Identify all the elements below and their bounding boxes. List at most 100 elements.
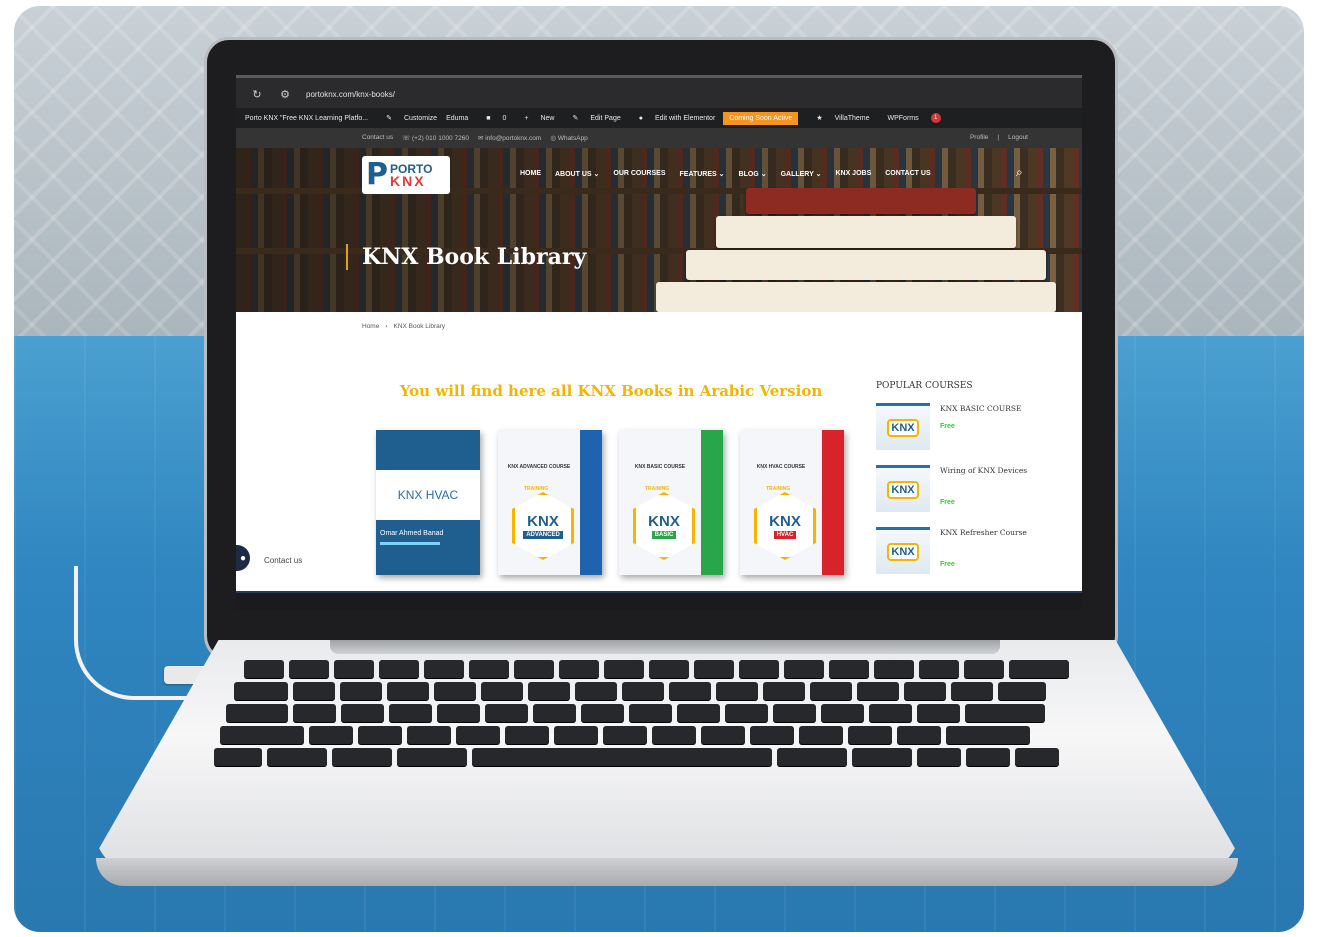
notification-badge: 1: [930, 113, 941, 123]
phone-icon: ☏: [402, 135, 413, 142]
admin-customize[interactable]: ✎ Customize: [377, 114, 437, 123]
page-hero: P PORTO KNX HOME ABOUT US OUR COURSES FE…: [236, 148, 1082, 312]
page-title: KNX Book Library: [346, 244, 586, 270]
keyboard: [214, 660, 1114, 766]
star-icon: ★: [816, 115, 823, 122]
book-spine: [580, 430, 602, 575]
sidebar-heading: POPULAR COURSES: [876, 381, 973, 391]
knx-logo: KNX: [769, 512, 801, 530]
course-price: Free: [940, 561, 955, 568]
contact-link[interactable]: Contact us: [362, 134, 393, 142]
course-price: Free: [940, 423, 955, 430]
popular-courses-sidebar: POPULAR COURSES KNX KNX BASIC COURSE Fre…: [876, 381, 1076, 574]
breadcrumb-current: KNX Book Library: [393, 323, 446, 330]
email-link[interactable]: ✉ info@portoknx.com: [478, 134, 541, 142]
whatsapp-icon: ◎: [550, 135, 558, 142]
phone-link[interactable]: ☏ (+2) 010 1000 7260: [402, 134, 469, 142]
pencil-icon: ✎: [572, 115, 579, 122]
breadcrumb-home[interactable]: Home: [362, 323, 379, 330]
knx-hexagon-badge: KNX HVAC: [754, 492, 816, 560]
profile-link[interactable]: Profile: [970, 134, 988, 141]
course-name[interactable]: Wiring of KNX Devices: [940, 465, 1040, 477]
breadcrumb-separator: ›: [385, 323, 388, 330]
course-name[interactable]: KNX BASIC COURSE: [940, 403, 1040, 415]
book-knx-advanced[interactable]: KNX ADVANCED COURSE TRAINING KNX ADVANCE…: [498, 430, 602, 575]
book-knx-basic[interactable]: KNX BASIC COURSE TRAINING KNX BASIC: [619, 430, 723, 575]
admin-comments[interactable]: ■ 0: [477, 115, 506, 122]
logout-link[interactable]: Logout: [1008, 134, 1028, 141]
screen-bezel-bottom: [236, 593, 1082, 610]
nav-gallery[interactable]: GALLERY: [781, 170, 822, 178]
book-knx-hvac[interactable]: KNX HVAC Omar Ahmed Banad: [376, 430, 480, 575]
nav-contact[interactable]: CONTACT US: [885, 170, 930, 178]
nav-home[interactable]: HOME: [520, 170, 541, 178]
book-level-tag: ADVANCED: [523, 530, 563, 539]
contact-widget[interactable]: ●: [236, 545, 264, 573]
coming-soon-badge[interactable]: Coming Soon Active: [723, 111, 799, 125]
knx-logo: KNX: [527, 512, 559, 530]
book-caption: KNX BASIC COURSE: [634, 464, 686, 470]
course-name[interactable]: KNX Refresher Course: [940, 527, 1040, 539]
knx-hexagon-badge: KNX BASIC: [633, 492, 695, 560]
nav-blog[interactable]: BLOG: [739, 170, 767, 178]
section-headline: You will find here all KNX Books in Arab…: [399, 382, 823, 400]
browser-toolbar: ↻ ⚙ portoknx.com/knx-books/: [236, 75, 1082, 111]
book-training-label: TRAINING: [766, 486, 791, 492]
comment-icon: ■: [486, 114, 491, 122]
course-item[interactable]: KNX KNX Refresher Course Free: [876, 527, 1076, 579]
admin-edit-page[interactable]: ✎ Edit Page: [564, 114, 621, 123]
course-item[interactable]: KNX KNX BASIC COURSE Free: [876, 403, 1076, 455]
book-training-label: TRAINING: [524, 486, 549, 492]
nav-about[interactable]: ABOUT US: [555, 170, 599, 178]
search-icon[interactable]: ⌕: [1016, 165, 1023, 180]
book-stack-image: [656, 188, 1076, 312]
admin-edit-elementor[interactable]: ● Edit with Elementor: [630, 115, 716, 122]
book-caption: KNX ADVANCED COURSE: [507, 464, 571, 470]
address-bar[interactable]: portoknx.com/knx-books/: [306, 90, 395, 99]
admin-site-name[interactable]: Porto KNX "Free KNX Learning Platfo...: [245, 115, 368, 122]
breadcrumb: Home › KNX Book Library: [362, 323, 445, 330]
reload-icon[interactable]: ↻: [250, 88, 264, 102]
site-logo[interactable]: P PORTO KNX: [362, 156, 450, 194]
elementor-icon: ●: [638, 114, 643, 122]
logo-mark: P: [366, 157, 388, 192]
book-knx-hvac-course[interactable]: KNX HVAC COURSE TRAINING KNX HVAC: [740, 430, 844, 575]
plus-icon: +: [524, 114, 529, 122]
whatsapp-link[interactable]: ◎ WhatsApp: [550, 134, 587, 142]
knx-logo: KNX: [648, 512, 680, 530]
knx-hexagon-badge: KNX ADVANCED: [512, 492, 574, 560]
main-nav: HOME ABOUT US OUR COURSES FEATURES BLOG …: [520, 170, 931, 178]
book-author: Omar Ahmed Banad: [380, 530, 444, 537]
chat-icon[interactable]: ●: [236, 545, 250, 571]
book-stripe: [380, 542, 440, 545]
book-spine: [701, 430, 723, 575]
course-item[interactable]: KNX Wiring of KNX Devices Free: [876, 465, 1076, 517]
site-info-icon[interactable]: ⚙: [278, 88, 292, 102]
course-thumbnail[interactable]: KNX: [876, 527, 930, 574]
admin-wpforms[interactable]: WPForms 1: [879, 113, 941, 123]
book-caption: KNX HVAC COURSE: [756, 464, 806, 470]
logo-text-knx: KNX: [390, 173, 426, 189]
admin-eduma[interactable]: Eduma: [446, 115, 468, 122]
nav-jobs[interactable]: KNX JOBS: [835, 170, 871, 178]
book-spine: [822, 430, 844, 575]
book-cover-top: [376, 430, 480, 470]
admin-villatheme[interactable]: ★ VillaTheme: [807, 114, 869, 123]
separator: |: [997, 134, 1000, 141]
course-thumbnail[interactable]: KNX: [876, 403, 930, 450]
book-title: KNX HVAC: [397, 488, 459, 502]
laptop-hinge: [330, 640, 1000, 654]
browser-screen: ↻ ⚙ portoknx.com/knx-books/ Porto KNX "F…: [236, 75, 1082, 610]
admin-new[interactable]: + New: [515, 115, 554, 122]
nav-courses[interactable]: OUR COURSES: [613, 170, 665, 178]
laptop-base-edge: [96, 858, 1238, 886]
brush-icon: ✎: [386, 115, 392, 122]
course-price: Free: [940, 499, 955, 506]
book-training-label: TRAINING: [645, 486, 670, 492]
wp-admin-bar: Porto KNX "Free KNX Learning Platfo... ✎…: [236, 108, 1082, 128]
nav-features[interactable]: FEATURES: [680, 170, 725, 178]
course-thumbnail[interactable]: KNX: [876, 465, 930, 512]
top-info-bar: Contact us ☏ (+2) 010 1000 7260 ✉ info@p…: [236, 128, 1082, 148]
book-level-tag: BASIC: [651, 530, 677, 539]
contact-widget-label[interactable]: Contact us: [264, 556, 302, 565]
